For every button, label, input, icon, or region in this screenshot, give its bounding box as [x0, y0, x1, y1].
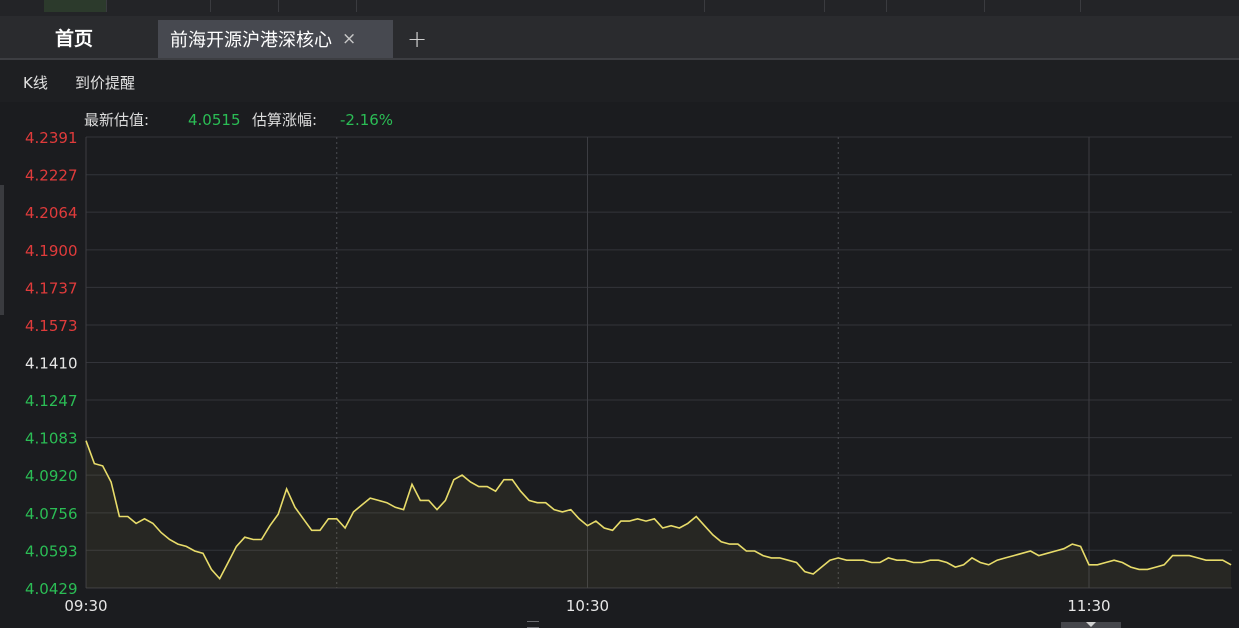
- latest-valuation-value: 4.0515: [188, 111, 241, 129]
- y-tick-label: 4.2227: [25, 167, 78, 185]
- y-tick-label: 4.1900: [25, 242, 78, 260]
- y-tick-label: 4.0593: [25, 542, 78, 560]
- latest-valuation-label: 最新估值:: [84, 111, 149, 129]
- y-tick-label: 4.2064: [25, 204, 78, 222]
- estimated-change-value: -2.16%: [340, 111, 393, 129]
- y-tick-label: 4.1247: [25, 392, 78, 410]
- y-tick-label: 4.0429: [25, 580, 78, 598]
- x-tick-label: 09:30: [64, 597, 107, 615]
- y-tick-label: 4.2391: [25, 129, 78, 147]
- y-tick-label: 4.1410: [25, 355, 78, 373]
- y-tick-label: 4.0920: [25, 467, 78, 485]
- x-tick-label: 10:30: [566, 597, 609, 615]
- resize-handle[interactable]: [527, 621, 539, 628]
- y-tick-label: 4.1737: [25, 279, 78, 297]
- chart-grid: [85, 136, 1232, 589]
- y-tick-label: 4.0756: [25, 505, 78, 523]
- x-tick-label: 11:30: [1067, 597, 1110, 615]
- collapse-arrow-icon[interactable]: [1061, 622, 1121, 628]
- y-tick-label: 4.1083: [25, 430, 78, 448]
- intraday-valuation-chart[interactable]: 最新估值: 4.0515 估算涨幅: -2.16% 4.23914.22274.…: [0, 0, 1239, 628]
- x-axis: 09:30 10:30 11:30: [64, 597, 1110, 615]
- estimated-change-label: 估算涨幅:: [252, 111, 317, 129]
- y-tick-label: 4.1573: [25, 317, 78, 335]
- y-axis: 4.2391 4.2227 4.2064 4.1900 4.1737 4.1573 4.14…: [25, 129, 78, 598]
- price-area-fill: [86, 440, 1232, 588]
